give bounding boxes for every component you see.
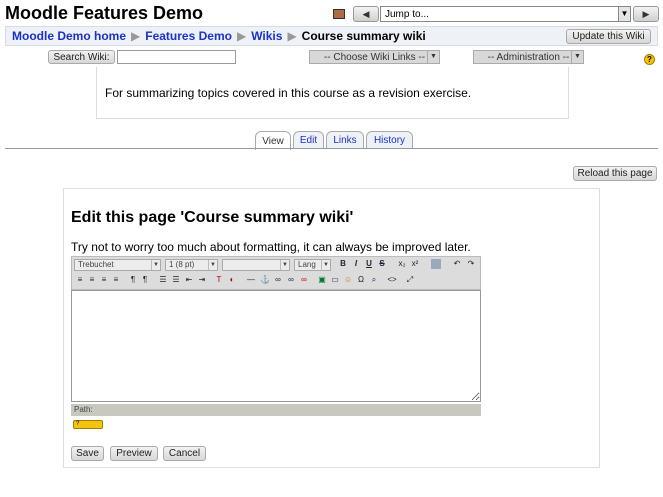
underline-icon[interactable]: U	[364, 259, 374, 269]
save-button[interactable]: Save	[71, 446, 104, 461]
breadcrumb-current: Course summary wiki	[301, 29, 426, 43]
wiki-content-editor[interactable]	[71, 290, 481, 402]
indent-icon[interactable]: ⇥	[197, 275, 207, 285]
breadcrumb-course[interactable]: Features Demo	[145, 29, 232, 43]
search-replace-icon[interactable]: ⌕	[369, 275, 379, 285]
rtl-direction-icon[interactable]: ¶	[140, 275, 150, 285]
wiki-summary: For summarizing topics covered in this c…	[96, 67, 569, 119]
tab-links[interactable]: Links	[326, 131, 364, 149]
align-left-icon[interactable]: ≡	[75, 275, 85, 285]
prev-nav-button[interactable]: ◀	[353, 6, 379, 22]
switch-role-icon[interactable]	[333, 9, 345, 19]
breadcrumb-separator-icon: ▶	[131, 29, 141, 43]
link-icon[interactable]: ∞	[273, 275, 283, 285]
special-char-icon[interactable]: Ω	[356, 275, 366, 285]
search-wiki-button[interactable]: Search Wiki:	[48, 50, 115, 64]
font-family-value: Trebuchet	[78, 260, 114, 269]
help-icon[interactable]: ?	[644, 54, 655, 65]
text-color-icon[interactable]: T	[214, 275, 224, 285]
editor-path-bar: Path:	[71, 404, 481, 416]
chevron-down-icon: ▼	[208, 260, 217, 270]
cancel-button[interactable]: Cancel	[163, 446, 206, 461]
superscript-icon[interactable]: x²	[410, 259, 420, 269]
choose-links-label: -- Choose Wiki Links --	[323, 51, 426, 63]
font-size-select[interactable]: 1 (8 pt) ▼	[165, 259, 218, 271]
chevron-down-icon: ▼	[618, 7, 630, 21]
next-nav-button[interactable]: ▶	[633, 6, 659, 22]
language-select[interactable]: Lang ▼	[294, 259, 331, 271]
format-style-select[interactable]: ▼	[222, 259, 290, 271]
jump-to-select[interactable]: Jump to... ▼	[380, 6, 631, 22]
align-right-icon[interactable]: ≡	[99, 275, 109, 285]
editor-toolbar: Trebuchet ▼ 1 (8 pt) ▼ ▼ Lang ▼ B I U S x₂ …	[71, 256, 481, 290]
redo-icon[interactable]: ↷	[466, 259, 476, 269]
preview-button[interactable]: Preview	[110, 446, 158, 461]
html-source-icon[interactable]: <>	[387, 275, 397, 285]
breadcrumb-wikis[interactable]: Wikis	[251, 29, 282, 43]
align-center-icon[interactable]: ≡	[87, 275, 97, 285]
horizontal-rule-icon[interactable]: —	[246, 275, 256, 285]
page-title: Edit this page 'Course summary wiki'	[71, 209, 354, 226]
outdent-icon[interactable]: ⇤	[184, 275, 194, 285]
jump-to-label: Jump to...	[385, 8, 429, 20]
bold-icon[interactable]: B	[338, 259, 348, 269]
language-value: Lang	[298, 260, 316, 269]
administration-label: -- Administration --	[487, 51, 570, 63]
strikethrough-icon[interactable]: S	[377, 259, 387, 269]
edit-help-text: Try not to worry too much about formatti…	[71, 240, 471, 254]
italic-icon[interactable]: I	[351, 259, 361, 269]
ordered-list-icon[interactable]: ☰	[158, 275, 168, 285]
font-family-select[interactable]: Trebuchet ▼	[74, 259, 161, 271]
nolink-icon[interactable]: ∞	[299, 275, 309, 285]
editor-help-icon[interactable]: ?	[73, 420, 103, 429]
unlink-icon[interactable]: ∞	[286, 275, 296, 285]
justify-icon[interactable]: ≡	[111, 275, 121, 285]
site-title: Moodle Features Demo	[5, 3, 204, 23]
chevron-down-icon: ▼	[427, 51, 439, 63]
unordered-list-icon[interactable]: ☰	[171, 275, 181, 285]
ltr-direction-icon[interactable]: ¶	[128, 275, 138, 285]
breadcrumb-separator-icon: ▶	[236, 29, 247, 43]
chevron-down-icon: ▼	[151, 260, 160, 270]
anchor-icon[interactable]: ⚓	[260, 275, 270, 285]
breadcrumb: Moodle Demo home ▶ Features Demo ▶ Wikis ▶ Cou…	[12, 29, 426, 43]
breadcrumb-home[interactable]: Moodle Demo home	[12, 29, 126, 43]
chevron-down-icon: ▼	[321, 260, 330, 270]
smiley-icon[interactable]: ☺	[343, 275, 353, 285]
administration-select[interactable]: -- Administration -- ▼	[473, 50, 584, 64]
fullscreen-icon[interactable]: ⤢	[405, 275, 415, 285]
update-wiki-button[interactable]: Update this Wiki	[566, 29, 651, 44]
clean-word-icon[interactable]	[431, 259, 441, 269]
search-input[interactable]	[117, 50, 236, 64]
reload-page-button[interactable]: Reload this page	[573, 166, 657, 181]
tab-edit[interactable]: Edit	[293, 131, 324, 149]
subscript-icon[interactable]: x₂	[397, 259, 407, 269]
undo-icon[interactable]: ↶	[452, 259, 462, 269]
breadcrumb-separator-icon: ▶	[287, 29, 297, 43]
choose-links-select[interactable]: -- Choose Wiki Links -- ▼	[309, 50, 440, 64]
chevron-down-icon: ▼	[571, 51, 583, 63]
tabs-divider	[5, 148, 658, 149]
background-color-icon[interactable]: ◐	[227, 275, 237, 285]
font-size-value: 1 (8 pt)	[169, 260, 195, 269]
chevron-down-icon: ▼	[280, 260, 289, 270]
insert-table-icon[interactable]: ▭	[330, 275, 340, 285]
insert-image-icon[interactable]: ▣	[317, 275, 327, 285]
tab-history[interactable]: History	[366, 131, 413, 149]
